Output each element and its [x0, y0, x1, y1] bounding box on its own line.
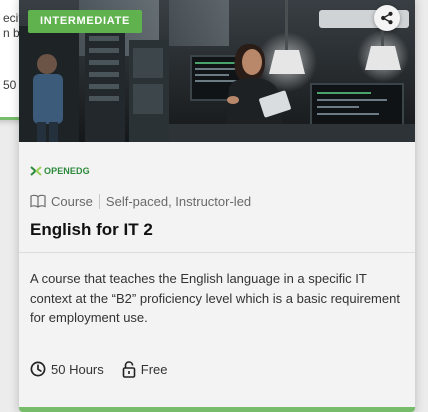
- course-price: Free: [140, 361, 168, 377]
- type-divider: [98, 193, 100, 209]
- background-card-text: 50: [3, 78, 17, 92]
- provider-logo: OPENEDG: [30, 164, 90, 178]
- card-accent-bar: [19, 407, 415, 412]
- unlock-icon: [122, 360, 136, 378]
- card-divider: [19, 252, 415, 253]
- level-badge: INTERMEDIATE: [28, 10, 143, 33]
- provider-name: OPENEDG: [44, 166, 90, 176]
- openedg-logo-icon: [30, 166, 42, 176]
- course-delivery: Self-paced, Instructor-led: [105, 193, 252, 209]
- book-icon: [30, 194, 46, 208]
- course-card[interactable]: INTERMEDIATE OPENEDG Course Self-paced, …: [19, 0, 415, 412]
- price-item: Free: [122, 360, 168, 378]
- course-meta-row: 50 Hours Free: [30, 360, 167, 378]
- share-icon: [381, 11, 393, 25]
- course-description: A course that teaches the English langua…: [30, 271, 400, 325]
- course-type-label: Course: [51, 193, 93, 209]
- clock-icon: [30, 361, 46, 377]
- duration-item: 50 Hours: [30, 361, 104, 377]
- course-type-row: Course Self-paced, Instructor-led: [30, 192, 251, 210]
- course-duration: 50 Hours: [51, 361, 104, 377]
- course-hero-image: INTERMEDIATE: [19, 0, 415, 142]
- course-title[interactable]: English for IT 2: [30, 220, 153, 240]
- share-button[interactable]: [374, 5, 400, 31]
